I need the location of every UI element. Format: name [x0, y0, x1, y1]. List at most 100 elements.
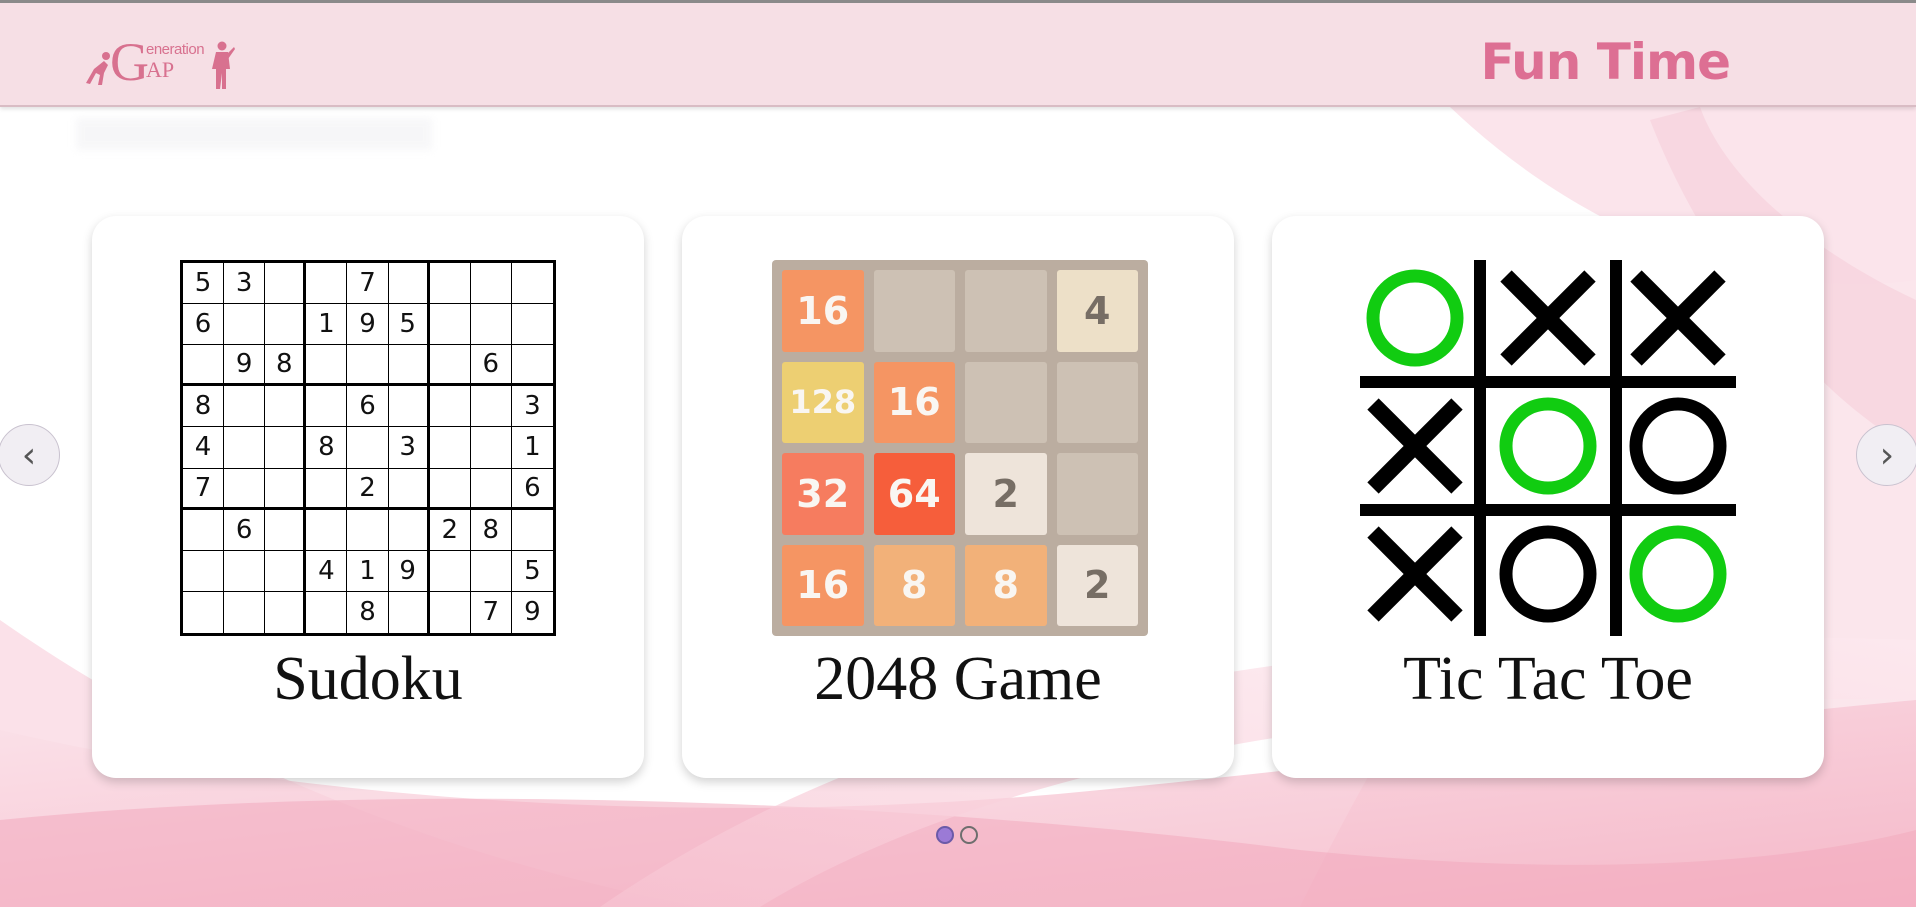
sudoku-cell	[306, 263, 348, 305]
sudoku-cell	[470, 304, 512, 346]
game-card-2048[interactable]: 16 4 128 16 32 64 2 16 8 8 2 2048 Game	[682, 216, 1234, 778]
site-header: G eneration AP Fun Time	[0, 3, 1916, 107]
tile-2048	[1056, 361, 1138, 443]
sudoku-cell: 4	[183, 427, 225, 469]
chevron-right-icon: ›	[1879, 434, 1895, 476]
sudoku-cell	[429, 386, 471, 428]
sudoku-cell	[183, 550, 225, 592]
tile-2048: 4	[1056, 270, 1138, 352]
sudoku-cell	[388, 263, 430, 305]
logo-line-1: eneration	[146, 41, 205, 58]
sudoku-cell: 6	[470, 345, 512, 387]
ttt-x-mark	[1500, 270, 1596, 366]
chevron-left-icon: ‹	[21, 434, 37, 476]
sudoku-cell	[265, 427, 307, 469]
sudoku-cell	[224, 386, 266, 428]
sudoku-cell	[470, 427, 512, 469]
game-card-sudoku[interactable]: 537619598686348317266284195879 Sudoku	[92, 216, 644, 778]
game-card-tic-tac-toe[interactable]: Tic Tac Toe	[1272, 216, 1824, 778]
sudoku-cell: 5	[183, 263, 225, 305]
sudoku-cell	[224, 550, 266, 592]
tile-2048	[965, 361, 1047, 443]
sudoku-cell	[347, 345, 389, 387]
tile-2048	[1056, 453, 1138, 535]
sudoku-cell: 6	[224, 509, 266, 551]
ttt-x-mark	[1367, 398, 1463, 494]
window-top-border	[0, 0, 1916, 3]
tile-2048	[965, 270, 1047, 352]
sudoku-cell	[265, 304, 307, 346]
sudoku-cell: 8	[470, 509, 512, 551]
sudoku-cell: 7	[347, 263, 389, 305]
sudoku-cell	[388, 509, 430, 551]
ttt-o-mark	[1629, 397, 1727, 495]
sudoku-cell	[470, 468, 512, 510]
sudoku-cell	[306, 591, 348, 633]
sudoku-cell: 1	[347, 550, 389, 592]
sudoku-cell	[429, 263, 471, 305]
sudoku-cell	[224, 468, 266, 510]
sudoku-cell: 1	[306, 304, 348, 346]
sudoku-cell: 3	[224, 263, 266, 305]
sudoku-cell	[265, 468, 307, 510]
sudoku-cell	[429, 345, 471, 387]
sudoku-cell	[183, 509, 225, 551]
sudoku-cell	[347, 509, 389, 551]
sudoku-cell: 4	[306, 550, 348, 592]
page-title: Fun Time	[1480, 33, 1731, 91]
sudoku-cell: 9	[224, 345, 266, 387]
sudoku-cell	[306, 386, 348, 428]
sudoku-cell: 8	[183, 386, 225, 428]
sudoku-cell	[224, 427, 266, 469]
sudoku-cell	[183, 591, 225, 633]
carousel-dot-2[interactable]	[960, 826, 978, 844]
sudoku-cell	[388, 345, 430, 387]
logo-figure-right-icon	[212, 41, 235, 89]
sudoku-cell: 9	[524, 597, 541, 628]
game-card-title: Sudoku	[273, 645, 463, 713]
ttt-x-mark	[1630, 270, 1726, 366]
carousel-prev-button[interactable]: ‹	[0, 424, 60, 486]
tile-2048	[873, 270, 955, 352]
sudoku-cell	[429, 550, 471, 592]
sudoku-cell	[265, 263, 307, 305]
logo-line-2: AP	[146, 57, 175, 82]
carousel-next-button[interactable]: ›	[1856, 424, 1916, 486]
sudoku-cell: 3	[388, 427, 430, 469]
sudoku-cell: 9	[388, 550, 430, 592]
sudoku-cell	[347, 427, 389, 469]
sudoku-cell	[388, 468, 430, 510]
sudoku-cell: 7	[471, 591, 512, 633]
sudoku-cell	[511, 345, 553, 387]
sudoku-cell: 8	[347, 591, 389, 633]
2048-board-image: 16 4 128 16 32 64 2 16 8 8 2	[772, 260, 1148, 636]
sudoku-cell	[265, 550, 307, 592]
tic-tac-toe-board-image	[1360, 260, 1736, 636]
sudoku-cell	[224, 591, 266, 633]
carousel-dot-1[interactable]	[936, 826, 954, 844]
sudoku-cell	[470, 263, 512, 305]
sudoku-cell: 9	[347, 304, 389, 346]
ttt-o-mark	[1629, 525, 1727, 623]
sudoku-cell: 7	[183, 468, 225, 510]
sudoku-cell	[183, 345, 225, 387]
sudoku-cell	[265, 386, 307, 428]
sudoku-cell	[389, 591, 430, 633]
generation-gap-logo[interactable]: G eneration AP	[84, 33, 236, 93]
tile-2048: 8	[965, 544, 1047, 626]
ttt-o-mark	[1366, 269, 1464, 367]
sudoku-cell: 3	[511, 386, 553, 428]
sudoku-cell: 5	[388, 304, 430, 346]
ttt-x-mark	[1367, 526, 1463, 622]
sudoku-cell	[429, 304, 471, 346]
sudoku-cell	[470, 386, 512, 428]
sudoku-cell	[265, 591, 307, 633]
sudoku-cell: 1	[511, 427, 553, 469]
sudoku-cell: 6	[511, 469, 553, 510]
sudoku-cell: 6	[347, 386, 389, 428]
tile-2048: 32	[782, 453, 864, 535]
tile-2048: 16	[782, 270, 864, 352]
sudoku-cell	[429, 468, 471, 510]
sudoku-cell: 6	[183, 304, 225, 346]
sudoku-cell	[511, 304, 553, 346]
